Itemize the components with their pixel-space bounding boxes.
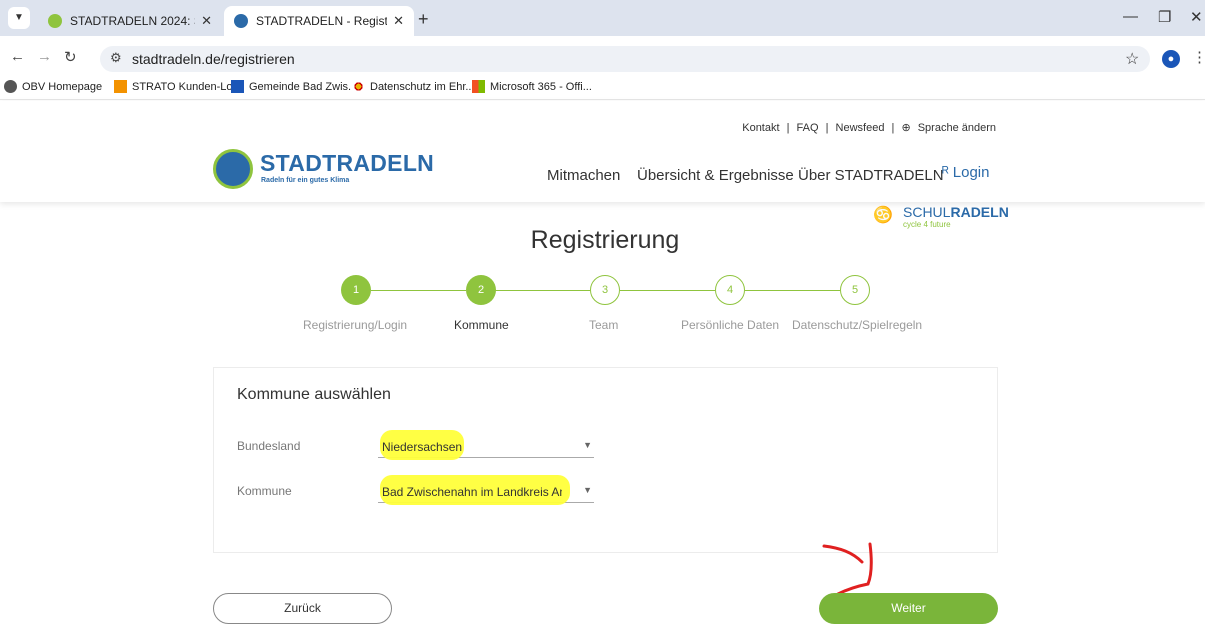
reload-icon[interactable]: ↻ <box>64 48 77 66</box>
tab-label: STADTRADELN - Registrieren <box>256 14 388 28</box>
step-2-circle: 2 <box>466 275 496 305</box>
kommune-value: Bad Zwischenahn im Landkreis Amm... <box>382 485 562 499</box>
step-connector <box>745 290 840 291</box>
next-button[interactable]: Weiter <box>819 593 998 624</box>
step-1-circle: 1 <box>341 275 371 305</box>
step-connector <box>495 290 590 291</box>
form-title: Kommune auswählen <box>237 386 391 403</box>
stadtradeln-logo-icon[interactable] <box>213 149 253 189</box>
browser-tab-bar: ▼ STADTRADELN 2024: Startschu ✕ STADTRAD… <box>0 0 1205 36</box>
step-5-circle: 5 <box>840 275 870 305</box>
bookmark-microsoft-365[interactable]: Microsoft 365 - Offi... <box>472 80 592 93</box>
bookmark-datenschutz[interactable]: Datenschutz im Ehr... <box>352 80 475 93</box>
stadtradeln-favicon-icon <box>48 14 62 28</box>
bicycle-icon: ♋ <box>873 207 893 224</box>
close-tab-icon[interactable]: ✕ <box>393 13 404 29</box>
bookmark-label: Datenschutz im Ehr... <box>370 80 475 93</box>
stadtradeln-favicon-icon <box>234 14 248 28</box>
microsoft-icon <box>472 80 485 93</box>
back-button[interactable]: Zurück <box>213 593 392 624</box>
strato-icon <box>114 80 127 93</box>
new-tab-plus-icon[interactable]: + <box>418 9 429 30</box>
bundesland-label: Bundesland <box>237 439 301 453</box>
gemeinde-icon <box>231 80 244 93</box>
bundesland-value: Niedersachsen <box>382 440 463 454</box>
faq-link[interactable]: FAQ <box>797 122 819 134</box>
step-4-label: Persönliche Daten <box>681 318 780 332</box>
globe-icon: ⊕ <box>901 122 911 134</box>
step-3-circle: 3 <box>590 275 620 305</box>
restore-window-icon[interactable]: ❐ <box>1158 8 1171 26</box>
logo-subtitle: Radeln für ein gutes Klima <box>261 177 350 184</box>
close-tab-icon[interactable]: ✕ <box>201 13 212 29</box>
newsfeed-link[interactable]: Newsfeed <box>836 122 885 134</box>
kommune-label: Kommune <box>237 484 292 498</box>
profile-avatar-icon[interactable]: ● <box>1162 50 1180 68</box>
separator: | <box>786 122 790 134</box>
kommune-select[interactable]: Bad Zwischenahn im Landkreis Amm... ▼ <box>378 475 594 505</box>
bookmark-label: Gemeinde Bad Zwis... <box>249 80 358 93</box>
separator: | <box>825 122 829 134</box>
bookmark-label: Microsoft 365 - Offi... <box>490 80 592 93</box>
step-5-label: Datenschutz/Spielregeln <box>792 318 923 332</box>
nav-ueber-stadtradeln[interactable]: Über STADTRADELN <box>798 167 944 184</box>
back-arrow-icon[interactable]: ← <box>10 48 25 65</box>
nav-uebersicht-ergebnisse[interactable]: Übersicht & Ergebnisse <box>637 167 794 184</box>
browser-menu-icon[interactable]: ⋮ <box>1192 48 1205 66</box>
top-links: Kontakt | FAQ | Newsfeed | ⊕ Sprache änd… <box>740 121 998 134</box>
language-link[interactable]: Sprache ändern <box>918 122 996 134</box>
nav-mitmachen[interactable]: Mitmachen <box>547 167 620 184</box>
red-arrow-annotation-icon <box>822 542 873 596</box>
tab-search-chevron-icon[interactable]: ▼ <box>8 7 30 29</box>
separator: | <box>891 122 895 134</box>
step-4-circle: 4 <box>715 275 745 305</box>
chevron-down-icon: ▼ <box>583 440 592 450</box>
forward-arrow-icon[interactable]: → <box>37 48 52 65</box>
step-connector <box>371 290 466 291</box>
bookmark-strato[interactable]: STRATO Kunden-Lo... <box>114 80 242 93</box>
bookmark-obv-homepage[interactable]: OBV Homepage <box>4 80 102 93</box>
browser-tab-registrieren[interactable]: STADTRADELN - Registrieren ✕ <box>224 6 414 36</box>
tab-label: STADTRADELN 2024: Startschu <box>70 14 195 28</box>
bookmark-star-icon[interactable]: ☆ <box>1125 49 1139 69</box>
bookmark-label: STRATO Kunden-Lo... <box>132 80 242 93</box>
bookmark-label: OBV Homepage <box>22 80 103 93</box>
url-text[interactable]: stadtradeln.de/registrieren <box>132 51 295 67</box>
site-settings-icon[interactable]: ⚙ <box>110 50 122 66</box>
logo-title[interactable]: STADTRADELN <box>260 150 434 177</box>
page-title: Registrierung <box>530 226 680 254</box>
datenschutz-icon <box>352 80 365 93</box>
bundesland-select[interactable]: Niedersachsen ▼ <box>378 430 594 460</box>
login-label: Login <box>952 164 990 181</box>
chevron-down-icon: ▼ <box>583 485 592 495</box>
login-link[interactable]: ᴿ Login <box>942 164 989 181</box>
close-window-icon[interactable]: ✕ <box>1190 8 1203 26</box>
bookmark-gemeinde[interactable]: Gemeinde Bad Zwis... <box>231 80 357 93</box>
browser-tab-stadtradeln-startschuss[interactable]: STADTRADELN 2024: Startschu ✕ <box>38 6 222 36</box>
step-3-label: Team <box>589 318 619 332</box>
kontakt-link[interactable]: Kontakt <box>742 122 779 134</box>
step-1-label: Registrierung/Login <box>303 318 408 332</box>
user-icon: ᴿ <box>942 164 949 181</box>
minimize-window-icon[interactable]: — <box>1123 8 1138 25</box>
schulradeln-title: SCHULRADELN <box>903 204 1009 220</box>
site-header <box>0 101 1205 202</box>
step-2-label: Kommune <box>454 318 509 332</box>
globe-icon <box>4 80 17 93</box>
step-connector <box>620 290 715 291</box>
